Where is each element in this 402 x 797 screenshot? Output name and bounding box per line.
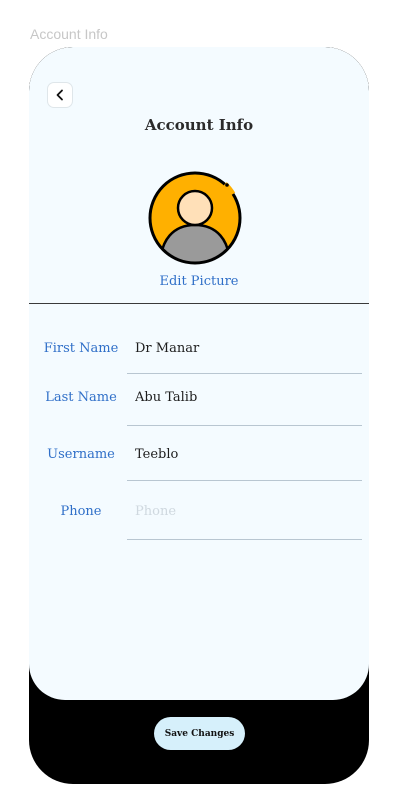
chevron-left-icon xyxy=(56,89,63,101)
user-avatar-icon xyxy=(148,171,242,265)
section-divider xyxy=(29,303,369,304)
last-name-field[interactable] xyxy=(135,390,355,405)
first-name-field[interactable] xyxy=(135,341,355,356)
phone-underline xyxy=(127,539,362,540)
first-name-label: First Name xyxy=(43,341,119,356)
frame-label: Account Info xyxy=(30,26,108,42)
username-field[interactable] xyxy=(135,447,355,462)
edit-picture-link[interactable]: Edit Picture xyxy=(29,274,369,289)
last-name-underline xyxy=(127,425,362,426)
phone-frame: Account Info Edit Picture First Name Dr … xyxy=(29,47,369,784)
account-info-screen: Account Info Edit Picture First Name Dr … xyxy=(29,47,369,700)
page-title: Account Info xyxy=(144,116,254,134)
username-label: Username xyxy=(47,447,115,462)
back-button[interactable] xyxy=(47,82,73,108)
avatar[interactable] xyxy=(146,169,244,267)
last-name-label: Last Name xyxy=(45,390,117,405)
first-name-underline xyxy=(127,373,362,374)
username-underline xyxy=(127,480,362,481)
save-changes-button[interactable]: Save Changes xyxy=(154,717,245,750)
phone-label: Phone xyxy=(60,504,102,519)
phone-field[interactable] xyxy=(135,504,355,519)
